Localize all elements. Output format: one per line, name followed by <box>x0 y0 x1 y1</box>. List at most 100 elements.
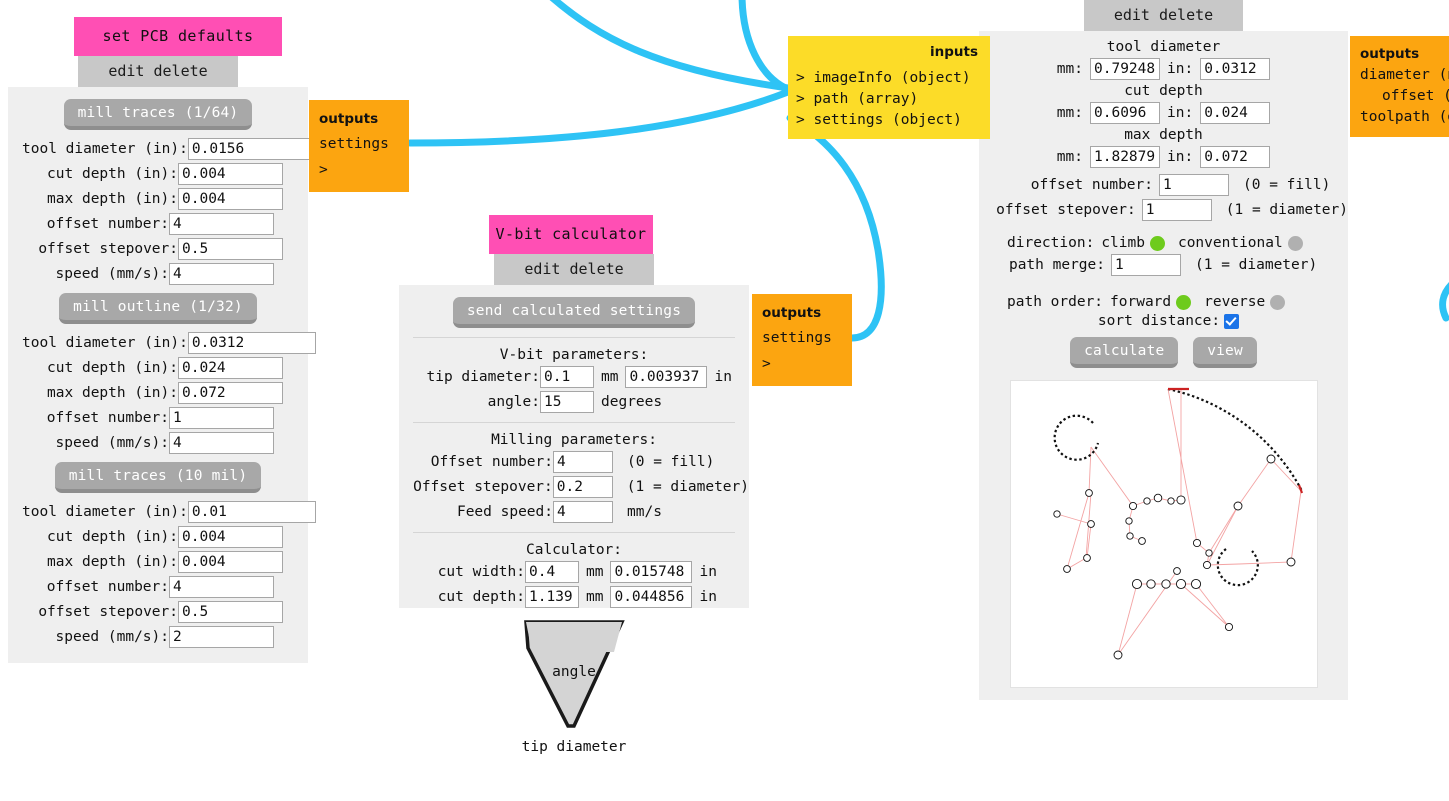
mill-outputs-port-offset[interactable]: offset (number) <box>1360 86 1449 107</box>
offset-stepover-input[interactable] <box>1141 199 1212 221</box>
direction-climb-radio[interactable] <box>1149 235 1165 251</box>
offset-number-input[interactable] <box>553 451 613 473</box>
mill-traces-64-button[interactable]: mill traces (1/64) <box>63 99 253 130</box>
calculate-button[interactable]: calculate <box>1070 337 1179 368</box>
pcb-node-panel: mill traces (1/64) tool diameter (in): c… <box>8 87 316 663</box>
angle-row: angle: degrees <box>399 391 749 413</box>
tool-diameter-mm-input[interactable] <box>1090 58 1160 80</box>
offset-number-row: Offset number: (0 = fill) <box>399 451 749 473</box>
tool-diameter-mm-label: mm: <box>1056 61 1083 77</box>
offset-number-input[interactable] <box>169 213 274 235</box>
send-calculated-settings-button[interactable]: send calculated settings <box>452 297 696 328</box>
speed-input[interactable] <box>169 432 274 454</box>
cut-depth-mm-label: mm: <box>1056 105 1083 121</box>
max-depth-mm-label: mm: <box>1056 149 1083 165</box>
offset-number-hint: (0 = fill) <box>1243 177 1331 193</box>
offset-stepover-input[interactable] <box>178 238 283 260</box>
offset-number-input[interactable] <box>169 407 274 429</box>
offset-stepover-input[interactable] <box>178 601 283 623</box>
offset-number-label: offset number: <box>1030 177 1153 193</box>
path-order-reverse-label: reverse <box>1204 294 1266 310</box>
mill-action-buttons: calculate view <box>979 337 1348 368</box>
speed-input[interactable] <box>169 626 274 648</box>
vbit-node-title[interactable]: V-bit calculator <box>489 215 653 254</box>
mill-outline-32-button[interactable]: mill outline (1/32) <box>59 293 257 324</box>
path-merge-input[interactable] <box>1111 254 1181 276</box>
max-depth-input[interactable] <box>178 188 283 210</box>
max-depth-mm-input[interactable] <box>1090 146 1160 168</box>
pcb-defaults-node: set PCB defaults edit delete mill traces… <box>8 17 316 663</box>
path-order-label: path order: <box>1007 294 1104 310</box>
field-row: tool diameter (in): <box>8 501 316 523</box>
toolpath-preview[interactable] <box>1009 380 1318 688</box>
cut-depth-in-input[interactable] <box>610 586 693 608</box>
sort-distance-checkbox[interactable] <box>1224 313 1240 329</box>
tool-diameter-in-label: in: <box>1167 61 1194 77</box>
tool-diameter-input[interactable] <box>187 332 316 354</box>
path-order-forward-radio[interactable] <box>1176 294 1192 310</box>
mill-inputs-port-imageinfo[interactable]: > imageInfo (object) <box>796 68 978 89</box>
max-depth-in-input[interactable] <box>1200 146 1271 168</box>
vbit-calculator-node: V-bit calculator edit delete send calcul… <box>399 215 749 755</box>
vbit-outputs-port-settings[interactable]: settings > <box>762 326 842 377</box>
tool-diameter-input[interactable] <box>187 138 316 160</box>
field-row: tool diameter (in): <box>8 332 316 354</box>
pcb-node-title[interactable]: set PCB defaults <box>74 17 282 56</box>
cut-depth-mm-input[interactable] <box>1090 102 1160 124</box>
divider <box>413 422 735 423</box>
speed-input[interactable] <box>169 263 274 285</box>
cut-depth-input[interactable] <box>178 526 283 548</box>
mill-inputs-port-path[interactable]: > path (array) <box>796 89 978 110</box>
cut-depth-input[interactable] <box>178 163 283 185</box>
angle-input[interactable] <box>540 391 594 413</box>
cut-depth-input[interactable] <box>178 357 283 379</box>
cut-width-in-input[interactable] <box>610 561 693 583</box>
offset-number-row: offset number: (0 = fill) <box>979 174 1348 196</box>
mill-outputs-port-diameter[interactable]: diameter (number) <box>1360 65 1449 86</box>
vbit-node-edit-delete[interactable]: edit delete <box>494 254 654 285</box>
mill-outputs-port-toolpath[interactable]: toolpath (object) <box>1360 107 1449 128</box>
max-depth-input[interactable] <box>178 551 283 573</box>
path-order-reverse-radio[interactable] <box>1270 294 1286 310</box>
pcb-outputs-node: outputs settings > <box>309 100 409 193</box>
view-button[interactable]: view <box>1193 337 1257 368</box>
field-row: offset number: <box>8 407 308 429</box>
offset-number-input[interactable] <box>1159 174 1229 196</box>
offset-number-input[interactable] <box>169 576 274 598</box>
offset-stepover-input[interactable] <box>552 476 613 498</box>
pcb-outputs-port-settings[interactable]: settings > <box>319 132 399 183</box>
pcb-section-3: mill traces (10 mil) <box>8 462 308 493</box>
direction-conventional-radio[interactable] <box>1287 235 1303 251</box>
tool-diameter-in-input[interactable] <box>1200 58 1271 80</box>
feed-speed-row: Feed speed: mm/s <box>399 501 749 523</box>
mill-node-panel: tool diameter mm: in: cut depth mm: in: … <box>979 31 1348 700</box>
field-label: offset number: <box>46 216 169 232</box>
pcb-node-edit-delete[interactable]: edit delete <box>78 56 238 87</box>
cut-width-row: cut width: mm in <box>399 561 749 583</box>
mill-inputs-header: inputs <box>929 44 978 60</box>
offset-stepover-row: offset stepover: (1 = diameter) <box>979 199 1348 221</box>
wire-right-edge <box>1439 282 1449 322</box>
mill-inputs-port-settings[interactable]: > settings (object) <box>796 110 978 131</box>
cut-depth-in-input[interactable] <box>1200 102 1271 124</box>
tip-diameter-in-input[interactable] <box>625 366 708 388</box>
mill-traces-10mil-button[interactable]: mill traces (10 mil) <box>54 462 262 493</box>
toolpath-preview-svg <box>1052 387 1303 660</box>
field-label: speed (mm/s): <box>55 266 170 282</box>
cut-depth-in-label: in: <box>1167 105 1194 121</box>
mill-node-edit-delete[interactable]: edit delete <box>1083 0 1244 31</box>
mill-outputs-header: outputs <box>1360 46 1420 62</box>
max-depth-input[interactable] <box>178 382 283 404</box>
vbit-node-panel: send calculated settings V-bit parameter… <box>399 285 749 755</box>
tip-diameter-mm-input[interactable] <box>540 366 594 388</box>
tool-diameter-input[interactable] <box>187 501 316 523</box>
cut-depth-mm-input[interactable] <box>525 586 579 608</box>
cut-width-mm-input[interactable] <box>525 561 579 583</box>
cut-depth-in-unit: in <box>699 589 717 605</box>
sort-distance-row: sort distance: <box>979 313 1348 329</box>
vbit-diagram: angle tip diameter <box>399 618 749 755</box>
cut-depth-mm-unit: mm <box>586 589 604 605</box>
path-merge-label: path merge: <box>1008 257 1105 273</box>
field-row: speed (mm/s): <box>8 432 308 454</box>
feed-speed-input[interactable] <box>553 501 613 523</box>
